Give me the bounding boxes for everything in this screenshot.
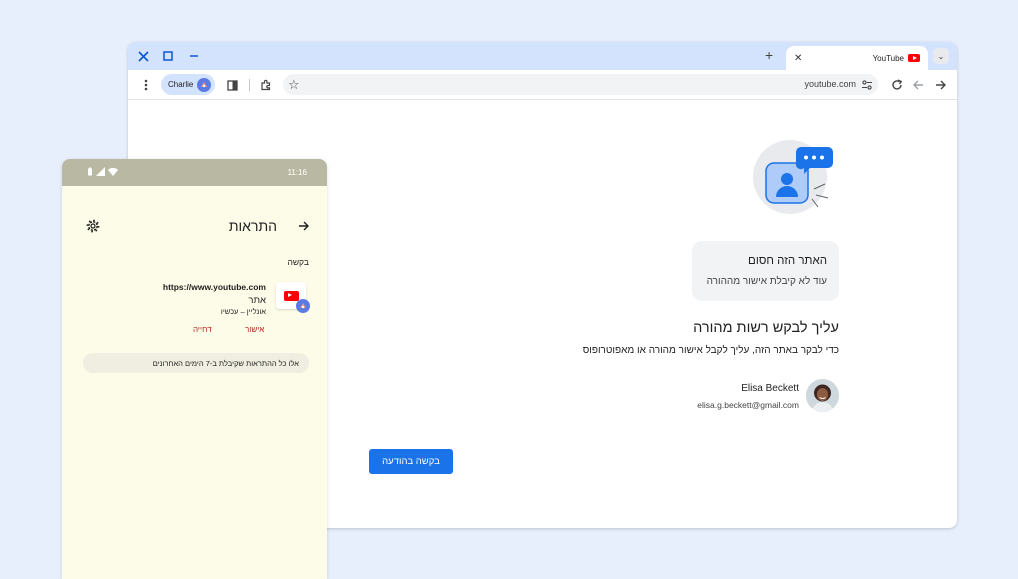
page-title: עליך לבקש רשות מהורה [693, 320, 839, 336]
notifications-header: התראות [62, 217, 327, 237]
maximize-icon[interactable] [160, 48, 176, 64]
star-icon[interactable]: ☆ [288, 77, 300, 93]
blocked-title: האתר הזה חסום [748, 255, 827, 267]
deny-button[interactable]: דחייה [193, 325, 212, 334]
side-panel-icon[interactable] [224, 77, 240, 93]
parent-name: Elisa Beckett [741, 383, 799, 394]
back-arrow-icon[interactable] [910, 77, 926, 93]
request-status: אונליין – עכשיו [220, 307, 266, 316]
minimize-icon[interactable] [186, 48, 202, 64]
tab-title: YouTube [872, 53, 904, 63]
status-icons [87, 167, 118, 176]
tab-strip: + ✕ YouTube ⌄ [128, 42, 957, 70]
forward-arrow-icon[interactable] [298, 220, 310, 235]
status-time: 11:16 [287, 168, 307, 177]
profile-name: Charlie [168, 80, 194, 89]
parent-email: elisa.g.beckett@gmail.com [697, 400, 799, 410]
status-bar: 11:16 [62, 159, 327, 186]
puzzle-icon[interactable] [258, 77, 274, 93]
history-note: אלו כל ההתראות שקיבלת ב-7 הימים האחרונים [83, 353, 309, 373]
page-title: התראות [228, 218, 277, 234]
tune-icon[interactable] [861, 78, 873, 96]
avatar [197, 77, 212, 92]
forward-arrow-icon[interactable] [933, 77, 949, 93]
youtube-favicon-icon [283, 290, 299, 301]
blocked-subtitle: עוד לא קיבלת אישור מההורה [706, 276, 827, 287]
approve-button[interactable]: אישור [245, 325, 264, 334]
gear-icon[interactable] [86, 219, 100, 238]
kebab-menu-icon[interactable] [138, 77, 154, 93]
request-item[interactable]: https://www.youtube.com אתר אונליין – עכ… [62, 279, 327, 319]
address-bar[interactable]: ☆ youtube.com [283, 74, 878, 95]
avatar [806, 379, 839, 412]
section-label: בקשה [287, 257, 309, 267]
phone-screen: 11:16 התראות בקשה https://www.youtube.co… [62, 159, 327, 579]
battery-icon [88, 167, 92, 176]
request-message-button[interactable]: בקשה בהודעה [369, 449, 453, 474]
blocked-notice-card: האתר הזה חסום עוד לא קיבלת אישור מההורה [692, 241, 839, 301]
tab-youtube[interactable]: ✕ YouTube [786, 46, 928, 70]
toolbar: Charlie ☆ youtube.com [128, 70, 957, 100]
youtube-favicon-icon [908, 54, 920, 62]
avatar [296, 299, 310, 313]
signal-icon [96, 167, 105, 176]
blocked-illustration [752, 139, 836, 217]
tab-close-icon[interactable]: ✕ [794, 53, 802, 64]
chevron-down-icon[interactable]: ⌄ [933, 48, 949, 64]
request-url: https://www.youtube.com [162, 282, 266, 292]
toolbar-divider [249, 79, 250, 91]
wifi-icon [108, 167, 118, 176]
request-type: אתר [248, 295, 266, 306]
reload-icon[interactable] [889, 77, 905, 93]
profile-chip[interactable]: Charlie [161, 74, 215, 95]
new-tab-button[interactable]: + [765, 47, 773, 63]
url-text[interactable]: youtube.com [804, 79, 856, 89]
page-description: כדי לבקר באתר הזה, עליך לקבל אישור מהורה… [582, 345, 839, 356]
close-icon[interactable] [135, 48, 151, 64]
